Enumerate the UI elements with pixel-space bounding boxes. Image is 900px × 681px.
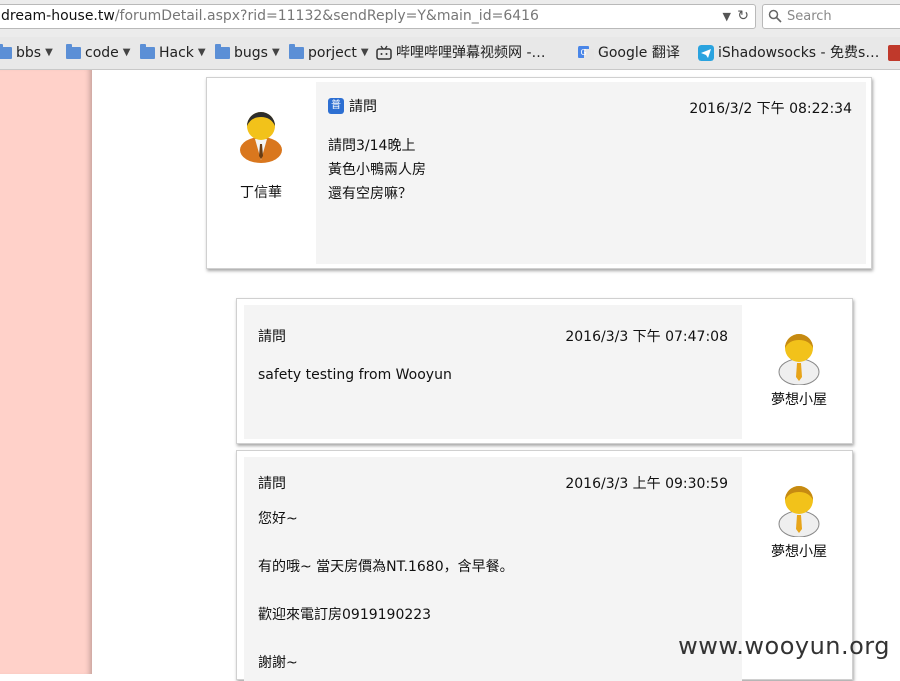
url-bar[interactable]: dream-house.tw/forumDetail.aspx?rid=1113… <box>0 4 756 29</box>
reply-line: 有的哦~ 當天房價為NT.1680，含早餐。 <box>258 559 514 575</box>
search-icon <box>768 9 782 23</box>
reload-icon[interactable]: ↻ <box>737 5 749 28</box>
reply-line: 歡迎來電訂房0919190223 <box>258 607 432 623</box>
bookmark-label: code <box>85 45 119 61</box>
avatar <box>744 481 854 537</box>
reply-line <box>258 531 514 555</box>
author-name: 丁信華 <box>240 185 282 201</box>
bookmark-label: 哔哩哔哩弹幕视频网 -… <box>396 45 546 61</box>
post-line: 黃色小鴨兩人房 <box>328 162 426 178</box>
folder-icon <box>215 44 230 59</box>
chevron-down-icon: ▼ <box>271 47 280 58</box>
reply-line <box>258 627 514 651</box>
author-name: 夢想小屋 <box>771 392 827 408</box>
google-translate-icon: G <box>578 46 594 60</box>
bookmark-overflow-icon[interactable] <box>888 45 900 61</box>
reply-title: 請問 <box>258 476 286 492</box>
bookmarks-bar: bbs ▼ code ▼ Hack ▼ bugs ▼ porject ▼ 哔哩哔… <box>0 37 900 70</box>
post-line: 還有空房嘛？ <box>328 186 412 202</box>
reply-body: safety testing from Wooyun <box>258 363 452 387</box>
reply-line: safety testing from Wooyun <box>258 367 452 383</box>
browser-toolbar: dream-house.tw/forumDetail.aspx?rid=1113… <box>0 0 900 38</box>
folder-icon <box>140 44 155 59</box>
bookmark-google-translate[interactable]: G Google 翻译 <box>578 37 680 69</box>
reply-author: 夢想小屋 <box>744 329 854 409</box>
reply-line: 您好~ <box>258 511 298 527</box>
avatar <box>207 106 315 164</box>
reply-line: 謝謝~ <box>258 655 298 671</box>
bookmark-label: bbs <box>16 45 42 61</box>
chevron-down-icon: ▼ <box>197 47 206 58</box>
folder-icon <box>66 44 81 59</box>
telegram-icon <box>698 45 714 61</box>
bookmark-label: bugs <box>234 45 268 61</box>
reply-time: 2016/3/3 上午 09:30:59 <box>565 476 728 492</box>
reply-line <box>258 579 514 603</box>
chevron-down-icon: ▼ <box>360 47 369 58</box>
left-margin-strip <box>0 70 92 674</box>
bookmark-porject[interactable]: porject ▼ <box>289 37 369 69</box>
bookmark-label: Hack <box>159 45 194 61</box>
post-content: 普 請問 2016/3/2 下午 08:22:34 請問3/14晚上 黃色小鴨兩… <box>316 82 866 264</box>
folder-icon <box>0 44 12 59</box>
reply-content: 請問 2016/3/3 下午 07:47:08 safety testing f… <box>244 305 742 439</box>
bookmark-bbs[interactable]: bbs ▼ <box>0 37 53 69</box>
post-body: 請問3/14晚上 黃色小鴨兩人房 還有空房嘛？ <box>328 134 426 206</box>
chevron-down-icon: ▼ <box>45 47 53 58</box>
reply-body: 您好~ 有的哦~ 當天房價為NT.1680，含早餐。 歡迎來電訂房0919190… <box>258 507 514 675</box>
avatar <box>744 329 854 385</box>
search-input[interactable]: Search <box>762 4 900 29</box>
url-dropdown-icon[interactable]: ▼ <box>723 5 731 28</box>
post-card: 丁信華 普 請問 2016/3/2 下午 08:22:34 請問3/14晚上 黃… <box>206 77 872 269</box>
folder-icon <box>289 44 304 59</box>
reply-content: 請問 2016/3/3 上午 09:30:59 您好~ 有的哦~ 當天房價為NT… <box>244 457 742 681</box>
svg-text:G: G <box>581 48 587 57</box>
reply-time: 2016/3/3 下午 07:47:08 <box>565 329 728 345</box>
reply-author: 夢想小屋 <box>744 481 854 561</box>
post-title: 普 請問 <box>328 96 377 116</box>
bookmark-label: porject <box>308 45 357 61</box>
bookmark-bugs[interactable]: bugs ▼ <box>215 37 280 69</box>
reply-card: 請問 2016/3/3 下午 07:47:08 safety testing f… <box>236 298 853 444</box>
chevron-down-icon: ▼ <box>122 47 131 58</box>
bookmark-ishadowsocks[interactable]: iShadowsocks - 免费s… <box>698 37 879 69</box>
reply-title: 請問 <box>258 329 286 345</box>
author-name: 夢想小屋 <box>771 544 827 560</box>
post-title-text: 請問 <box>349 99 377 115</box>
bookmark-code[interactable]: code ▼ <box>66 37 130 69</box>
search-placeholder: Search <box>787 9 832 24</box>
bilibili-icon <box>376 45 392 60</box>
url-path: /forumDetail.aspx?rid=11132&sendReply=Y&… <box>114 8 539 24</box>
watermark: www.wooyun.org <box>678 632 890 660</box>
bookmark-hack[interactable]: Hack ▼ <box>140 37 206 69</box>
post-author: 丁信華 <box>207 106 315 202</box>
tag-icon: 普 <box>328 98 344 114</box>
bookmark-bilibili[interactable]: 哔哩哔哩弹幕视频网 -… <box>376 37 546 69</box>
bookmark-label: Google 翻译 <box>598 45 680 61</box>
url-host: dream-house.tw <box>1 8 115 24</box>
post-line: 請問3/14晚上 <box>328 138 416 154</box>
bookmark-label: iShadowsocks - 免费s… <box>718 45 880 61</box>
post-time: 2016/3/2 下午 08:22:34 <box>689 101 852 117</box>
